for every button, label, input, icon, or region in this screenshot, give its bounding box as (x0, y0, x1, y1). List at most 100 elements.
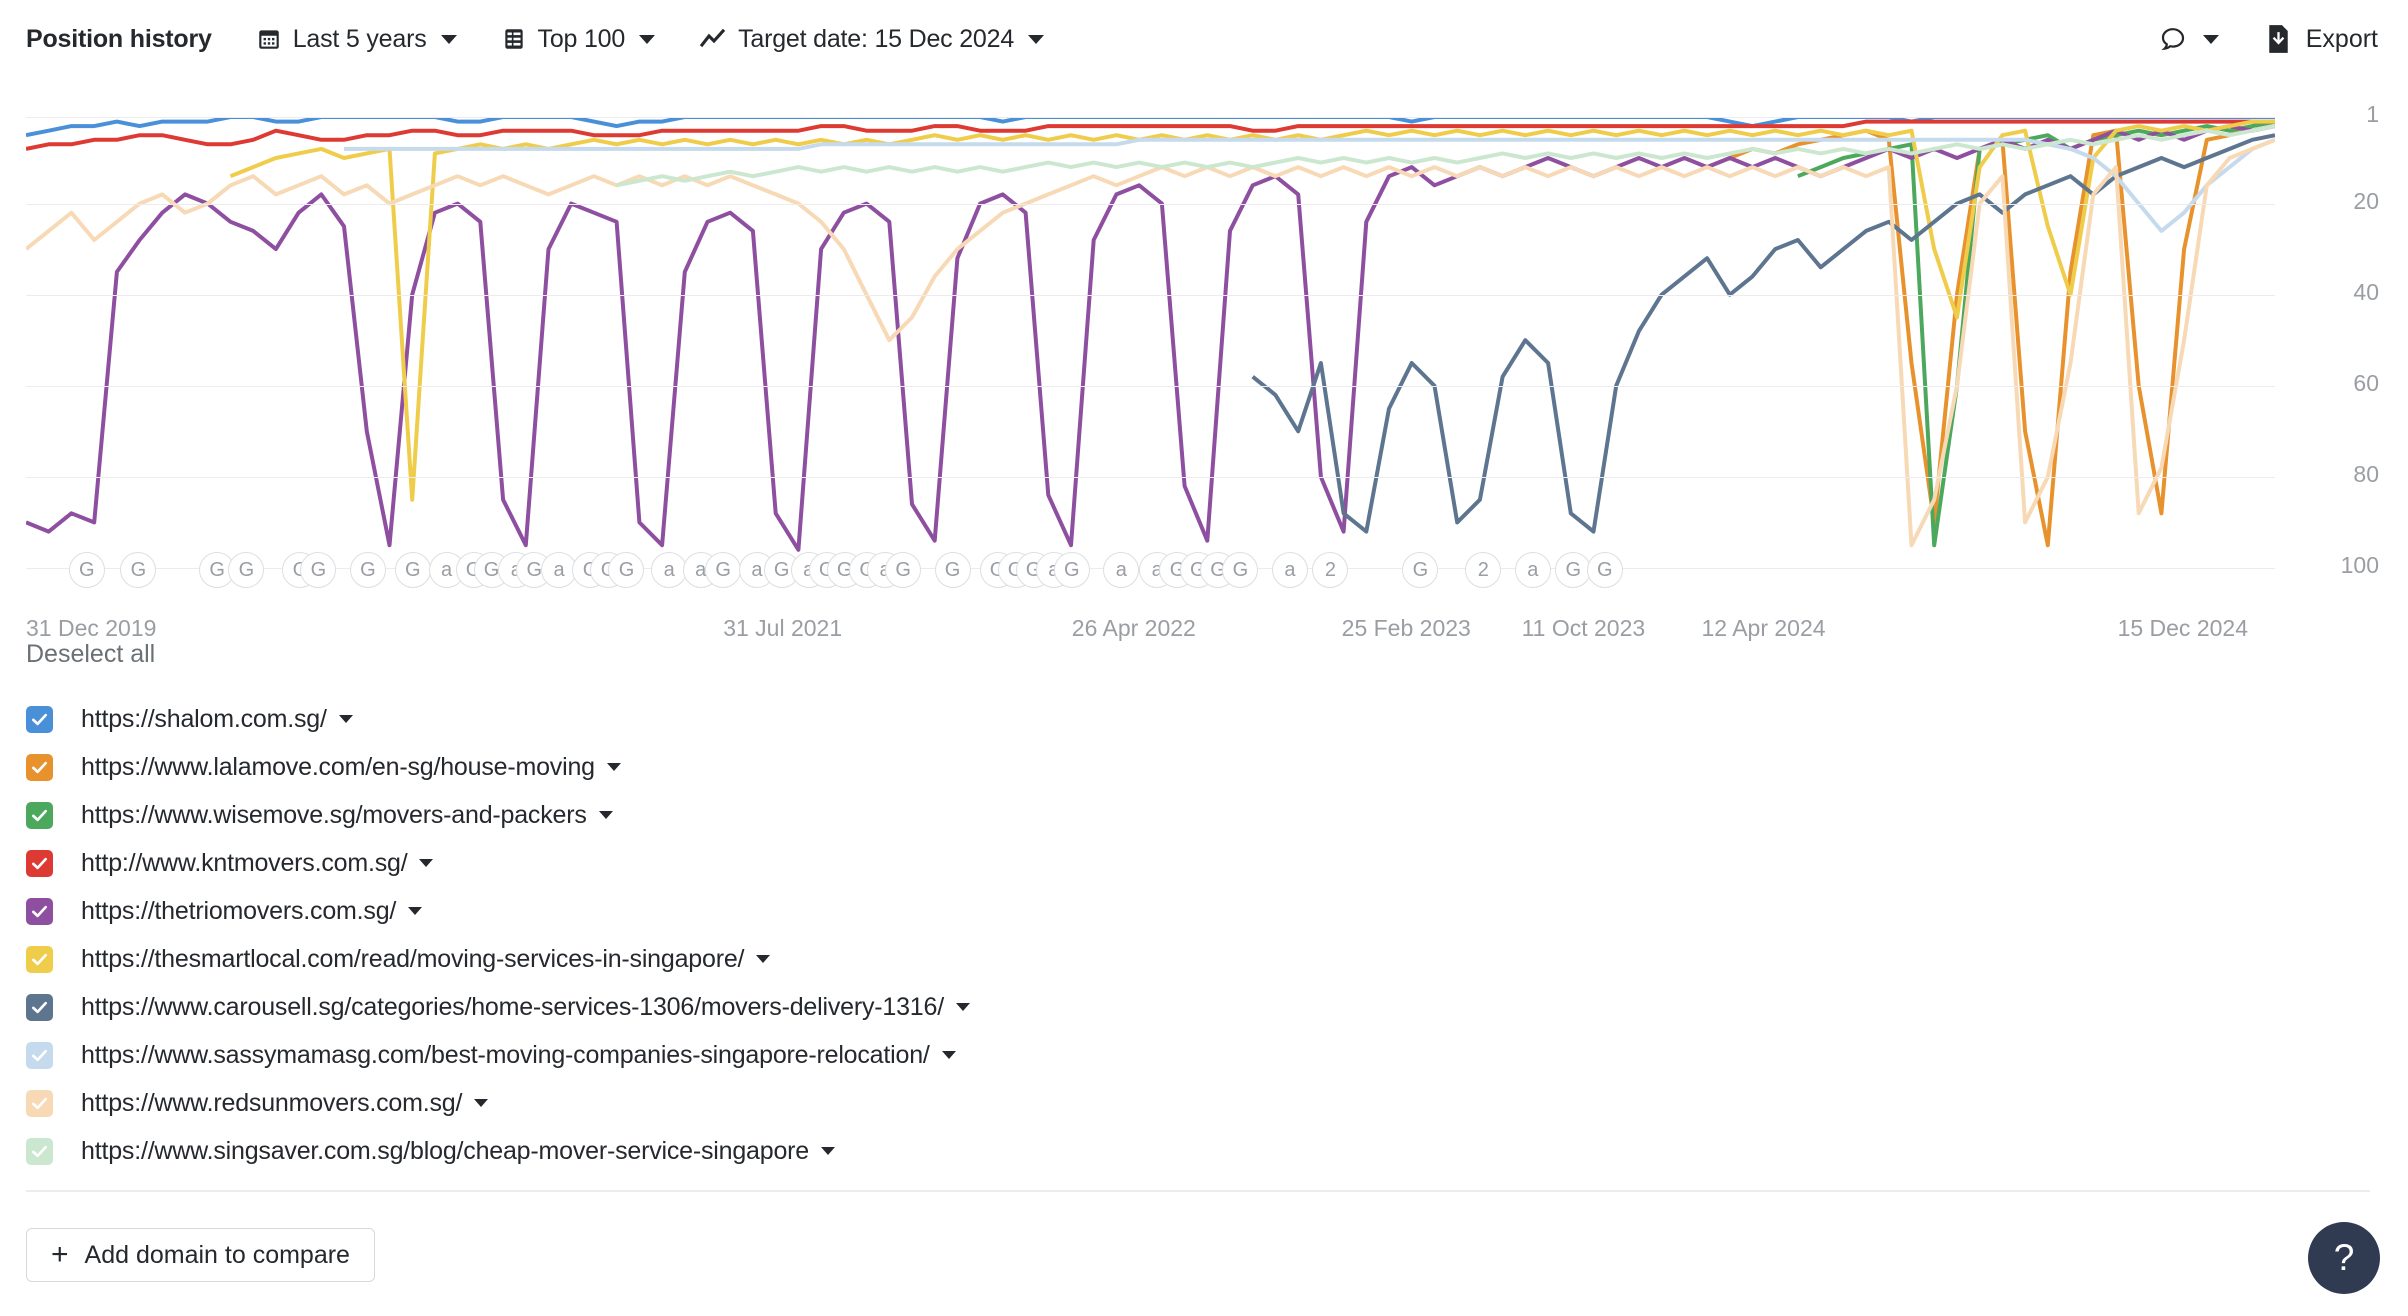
legend-item[interactable]: http://www.kntmovers.com.sg/ (26, 839, 2366, 887)
legend-checkbox[interactable] (26, 1138, 53, 1165)
legend-item-url: https://www.sassymamasg.com/best-moving-… (81, 1041, 930, 1070)
legend-item[interactable]: https://shalom.com.sg/ (26, 695, 2366, 743)
chart-plot-area[interactable] (26, 117, 2275, 568)
footer-divider (26, 1190, 2370, 1192)
export-label: Export (2306, 25, 2378, 54)
chart-legend: Deselect all https://shalom.com.sg/https… (26, 640, 2366, 1175)
legend-checkbox[interactable] (26, 1090, 53, 1117)
google-update-marker[interactable]: a (1103, 552, 1139, 588)
y-axis-tick: 80 (2288, 461, 2408, 488)
page-title: Position history (26, 25, 212, 54)
x-axis-tick: 15 Dec 2024 (2118, 615, 2248, 642)
add-domain-button[interactable]: + Add domain to compare (26, 1228, 375, 1282)
legend-item[interactable]: https://www.carousell.sg/categories/home… (26, 983, 2366, 1031)
google-update-marker[interactable]: G (228, 552, 264, 588)
legend-item[interactable]: https://thesmartlocal.com/read/moving-se… (26, 935, 2366, 983)
google-update-marker[interactable]: G (705, 552, 741, 588)
legend-item-url: https://www.carousell.sg/categories/home… (81, 993, 944, 1022)
y-axis-tick: 60 (2288, 370, 2408, 397)
calendar-icon (256, 26, 282, 52)
legend-item-url: https://thesmartlocal.com/read/moving-se… (81, 945, 744, 974)
legend-item[interactable]: https://www.wisemove.sg/movers-and-packe… (26, 791, 2366, 839)
google-update-marker[interactable]: G (120, 552, 156, 588)
legend-checkbox[interactable] (26, 850, 53, 877)
legend-item-url: https://www.redsunmovers.com.sg/ (81, 1089, 462, 1118)
google-update-marker[interactable]: G (69, 552, 105, 588)
legend-checkbox[interactable] (26, 1042, 53, 1069)
table-rows-icon (501, 26, 527, 52)
google-update-marker[interactable]: G (935, 552, 971, 588)
google-update-marker[interactable]: G (300, 552, 336, 588)
google-update-marker[interactable]: G (885, 552, 921, 588)
chevron-down-icon (2203, 35, 2219, 44)
google-update-marker[interactable]: G (1555, 552, 1591, 588)
legend-checkbox[interactable] (26, 994, 53, 1021)
add-domain-label: Add domain to compare (85, 1241, 350, 1270)
date-range-selector[interactable]: Last 5 years (256, 25, 457, 54)
chart-series-svg (26, 117, 2275, 568)
legend-item-url: https://shalom.com.sg/ (81, 705, 327, 734)
chart-header: Position history Last 5 years (0, 0, 2408, 78)
legend-checkbox[interactable] (26, 802, 53, 829)
chevron-down-icon[interactable] (599, 811, 613, 819)
x-axis-tick: 25 Feb 2023 (1342, 615, 1471, 642)
google-update-marker[interactable]: G (350, 552, 386, 588)
x-axis-tick: 12 Apr 2024 (1702, 615, 1826, 642)
chevron-down-icon[interactable] (756, 955, 770, 963)
chevron-down-icon[interactable] (419, 859, 433, 867)
target-date-label: Target date: 15 Dec 2024 (738, 25, 1014, 54)
trend-line-icon (699, 26, 727, 52)
gridline (26, 117, 2275, 118)
chevron-down-icon (639, 35, 655, 44)
google-update-marker[interactable]: G (1054, 552, 1090, 588)
x-axis-tick: 26 Apr 2022 (1072, 615, 1196, 642)
header-left-controls: Position history Last 5 years (0, 25, 1044, 54)
legend-item-url: http://www.kntmovers.com.sg/ (81, 849, 407, 878)
google-update-marker[interactable]: G (1402, 552, 1438, 588)
gridline (26, 295, 2275, 296)
y-axis-tick: 1 (2288, 101, 2408, 128)
help-button[interactable]: ? (2308, 1222, 2380, 1294)
google-update-marker[interactable]: G (608, 552, 644, 588)
google-update-marker[interactable]: a (651, 552, 687, 588)
y-axis-tick: 40 (2288, 279, 2408, 306)
legend-checkbox[interactable] (26, 898, 53, 925)
legend-item-url: https://www.lalamove.com/en-sg/house-mov… (81, 753, 595, 782)
comments-selector[interactable] (2159, 25, 2219, 53)
deselect-all-button[interactable]: Deselect all (26, 640, 155, 669)
series-line (26, 122, 2275, 149)
legend-item-url: https://thetriomovers.com.sg/ (81, 897, 396, 926)
legend-item[interactable]: https://www.sassymamasg.com/best-moving-… (26, 1031, 2366, 1079)
plus-icon: + (51, 1240, 69, 1270)
google-update-marker[interactable]: 2 (1465, 552, 1501, 588)
legend-item-list: https://shalom.com.sg/https://www.lalamo… (26, 695, 2366, 1175)
target-date-selector[interactable]: Target date: 15 Dec 2024 (699, 25, 1044, 54)
legend-item[interactable]: https://thetriomovers.com.sg/ (26, 887, 2366, 935)
legend-checkbox[interactable] (26, 946, 53, 973)
google-update-marker[interactable]: a (1515, 552, 1551, 588)
legend-checkbox[interactable] (26, 754, 53, 781)
series-line (344, 140, 2275, 231)
google-update-marker[interactable]: G (1587, 552, 1623, 588)
comment-bubble-icon (2159, 25, 2187, 53)
x-axis-tick: 31 Jul 2021 (723, 615, 842, 642)
chevron-down-icon[interactable] (956, 1003, 970, 1011)
google-update-marker[interactable]: G (395, 552, 431, 588)
top-positions-selector[interactable]: Top 100 (501, 25, 656, 54)
legend-checkbox[interactable] (26, 706, 53, 733)
download-file-icon (2265, 24, 2292, 54)
chevron-down-icon[interactable] (408, 907, 422, 915)
chevron-down-icon[interactable] (942, 1051, 956, 1059)
legend-item[interactable]: https://www.redsunmovers.com.sg/ (26, 1079, 2366, 1127)
chevron-down-icon[interactable] (607, 763, 621, 771)
chevron-down-icon[interactable] (339, 715, 353, 723)
chevron-down-icon[interactable] (821, 1147, 835, 1155)
google-update-marker[interactable]: a (1272, 552, 1308, 588)
legend-item[interactable]: https://www.lalamove.com/en-sg/house-mov… (26, 743, 2366, 791)
position-history-chart: 120406080100 31 Dec 201931 Jul 202126 Ap… (0, 78, 2408, 618)
legend-item[interactable]: https://www.singsaver.com.sg/blog/cheap-… (26, 1127, 2366, 1175)
export-button[interactable]: Export (2265, 24, 2378, 54)
google-update-marker[interactable]: G (1222, 552, 1258, 588)
google-update-marker[interactable]: 2 (1312, 552, 1348, 588)
chevron-down-icon[interactable] (474, 1099, 488, 1107)
